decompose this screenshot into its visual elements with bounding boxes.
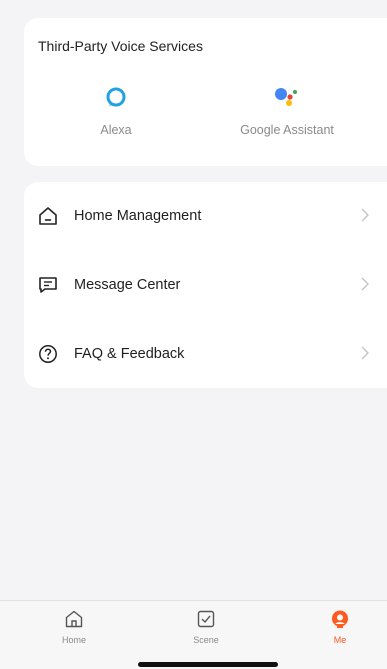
chevron-right-icon bbox=[361, 346, 369, 365]
alexa-ring-icon bbox=[46, 86, 186, 116]
menu-item-home-management[interactable]: Home Management bbox=[24, 182, 387, 250]
tab-me-label: Me bbox=[333, 635, 347, 645]
checkbox-icon bbox=[176, 609, 236, 631]
menu-item-faq-feedback[interactable]: FAQ & Feedback bbox=[24, 320, 387, 388]
home-icon bbox=[44, 609, 104, 631]
message-icon bbox=[37, 274, 59, 296]
menu-item-label: Home Management bbox=[74, 208, 202, 224]
chevron-right-icon bbox=[361, 208, 369, 227]
menu-item-label: Message Center bbox=[74, 277, 181, 293]
google-assistant-service-button[interactable]: Google Assistant bbox=[217, 86, 357, 137]
menu-item-label: FAQ & Feedback bbox=[74, 346, 185, 362]
alexa-service-button[interactable]: Alexa bbox=[46, 86, 186, 137]
home-indicator[interactable] bbox=[138, 662, 278, 667]
google-assistant-label: Google Assistant bbox=[240, 123, 334, 137]
user-icon bbox=[310, 609, 370, 631]
me-screen: Third-Party Voice Services Alexa Google … bbox=[0, 0, 387, 669]
home-outline-icon bbox=[37, 205, 59, 227]
tab-me[interactable]: Me bbox=[310, 609, 370, 645]
voice-services-card: Third-Party Voice Services Alexa Google … bbox=[24, 18, 387, 166]
chevron-right-icon bbox=[361, 277, 369, 296]
menu-item-message-center[interactable]: Message Center bbox=[24, 251, 387, 319]
tab-home-label: Home bbox=[61, 635, 86, 645]
voice-services-title: Third-Party Voice Services bbox=[38, 38, 203, 54]
tab-home[interactable]: Home bbox=[44, 609, 104, 645]
tab-scene[interactable]: Scene bbox=[176, 609, 236, 645]
question-circle-icon bbox=[37, 343, 59, 365]
settings-menu-card: Home Management Message Center FAQ & Fee… bbox=[24, 182, 387, 388]
tab-scene-label: Scene bbox=[193, 635, 219, 645]
bottom-tab-bar: Home Scene Me bbox=[0, 600, 387, 669]
alexa-label: Alexa bbox=[100, 123, 132, 137]
google-assistant-icon bbox=[217, 86, 357, 116]
